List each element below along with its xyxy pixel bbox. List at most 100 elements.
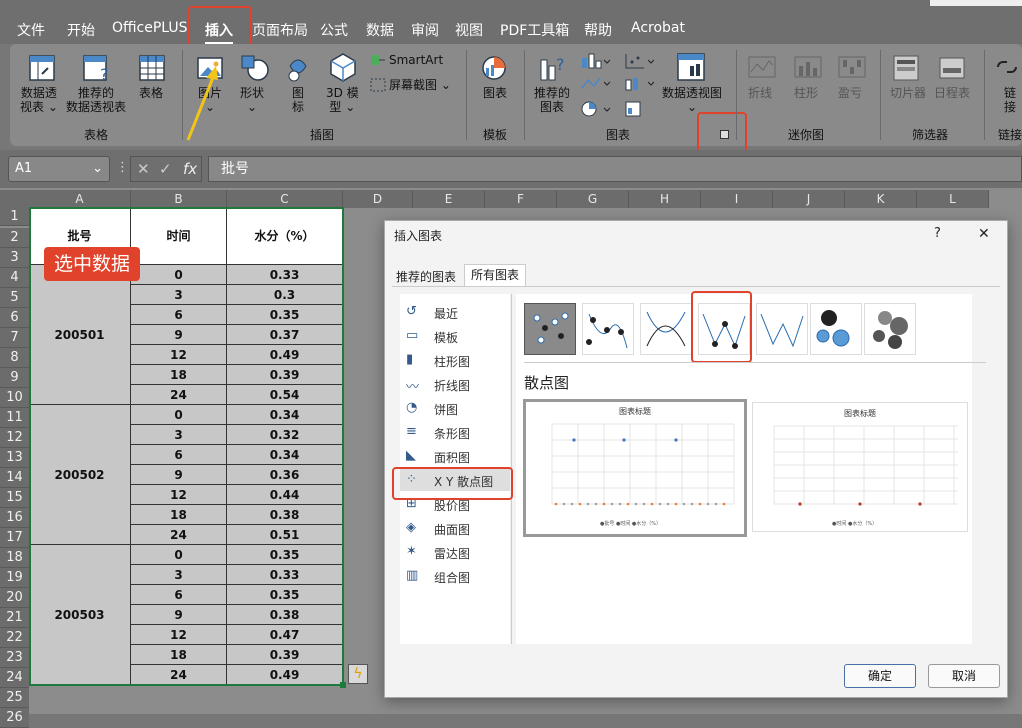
moisture-cell[interactable]: 0.39 — [227, 645, 343, 665]
time-cell[interactable]: 0 — [131, 265, 227, 285]
column-header-I[interactable]: I — [701, 190, 773, 208]
category-recent[interactable]: 最近 — [434, 305, 458, 322]
moisture-cell[interactable]: 0.35 — [227, 545, 343, 565]
tab-officeplus[interactable]: OfficePLUS — [112, 20, 188, 36]
moisture-cell[interactable]: 0.49 — [227, 345, 343, 365]
batch-id-cell[interactable]: 200502 — [29, 405, 131, 545]
scatter-smooth-option[interactable] — [640, 303, 692, 355]
moisture-cell[interactable]: 0.35 — [227, 305, 343, 325]
time-cell[interactable]: 24 — [131, 525, 227, 545]
link-button[interactable]: 链 接 — [1004, 86, 1016, 114]
row-header[interactable]: 2 — [0, 228, 29, 248]
row-header[interactable]: 4 — [0, 268, 29, 288]
column-header-E[interactable]: E — [413, 190, 485, 208]
row-header[interactable]: 11 — [0, 408, 29, 428]
column-header-F[interactable]: F — [485, 190, 557, 208]
3d-bubble-option[interactable] — [864, 303, 916, 355]
tab-view[interactable]: 视图 — [455, 20, 483, 40]
slicer-button[interactable]: 切片器 — [890, 86, 926, 100]
help-icon[interactable]: ? — [934, 226, 941, 241]
moisture-cell[interactable]: 0.36 — [227, 465, 343, 485]
moisture-cell[interactable]: 0.37 — [227, 325, 343, 345]
cancel-icon[interactable]: ✕ — [137, 157, 150, 181]
row-header[interactable]: 5 — [0, 288, 29, 308]
ok-button[interactable]: 确定 — [844, 664, 916, 688]
sparkline-winloss-button[interactable]: 盈亏 — [838, 86, 862, 100]
pivot-chart-button[interactable]: 数据透视图 ⌄ — [662, 86, 722, 114]
category-area[interactable]: 面积图 — [434, 449, 470, 466]
moisture-cell[interactable]: 0.3 — [227, 285, 343, 305]
time-cell[interactable]: 6 — [131, 585, 227, 605]
row-header[interactable]: 16 — [0, 508, 29, 528]
time-cell[interactable]: 3 — [131, 425, 227, 445]
row-header[interactable]: 23 — [0, 648, 29, 668]
time-cell[interactable]: 0 — [131, 405, 227, 425]
row-header[interactable]: 9 — [0, 368, 29, 388]
time-cell[interactable]: 6 — [131, 445, 227, 465]
column-header-C[interactable]: C — [227, 190, 343, 208]
row-header[interactable]: 6 — [0, 308, 29, 328]
row-header[interactable]: 8 — [0, 348, 29, 368]
tab-data[interactable]: 数据 — [366, 20, 394, 40]
moisture-cell[interactable]: 0.33 — [227, 265, 343, 285]
time-cell[interactable]: 0 — [131, 545, 227, 565]
category-bar[interactable]: 条形图 — [434, 425, 470, 442]
moisture-cell[interactable]: 0.44 — [227, 485, 343, 505]
time-cell[interactable]: 18 — [131, 505, 227, 525]
tab-home[interactable]: 开始 — [67, 20, 95, 40]
time-cell[interactable]: 9 — [131, 465, 227, 485]
column-header-A[interactable]: A — [29, 190, 131, 208]
function-icon[interactable]: fx — [183, 157, 197, 181]
row-header[interactable]: 13 — [0, 448, 29, 468]
moisture-cell[interactable]: 0.33 — [227, 565, 343, 585]
name-box[interactable]: A1 ⌄ — [8, 156, 110, 182]
batch-id-cell[interactable]: 200501 — [29, 265, 131, 405]
tab-pdf-tools[interactable]: PDF工具箱 — [500, 20, 569, 40]
time-cell[interactable]: 18 — [131, 645, 227, 665]
time-cell[interactable]: 12 — [131, 485, 227, 505]
category-radar[interactable]: 雷达图 — [434, 545, 470, 562]
category-line[interactable]: 折线图 — [434, 377, 470, 394]
moisture-cell[interactable]: 0.35 — [227, 585, 343, 605]
column-header-J[interactable]: J — [773, 190, 845, 208]
time-cell[interactable]: 3 — [131, 285, 227, 305]
moisture-cell[interactable]: 0.51 — [227, 525, 343, 545]
scatter-markers-option[interactable] — [524, 303, 576, 355]
table-button[interactable]: 表格 — [139, 86, 163, 100]
scatter-smooth-markers-option[interactable] — [582, 303, 634, 355]
tab-review[interactable]: 审阅 — [411, 20, 439, 40]
header-cell[interactable]: 时间 — [131, 208, 227, 265]
smartart-button[interactable]: SmartArt — [389, 53, 443, 67]
tab-all-charts[interactable]: 所有图表 — [464, 264, 526, 286]
time-cell[interactable]: 3 — [131, 565, 227, 585]
tab-formulas[interactable]: 公式 — [320, 20, 348, 40]
row-header[interactable]: 3 — [0, 248, 29, 268]
category-template[interactable]: 模板 — [434, 329, 458, 346]
enter-icon[interactable]: ✓ — [159, 157, 172, 181]
row-header[interactable]: 14 — [0, 468, 29, 488]
header-cell[interactable]: 水分（%） — [227, 208, 343, 265]
row-header[interactable]: 1 — [0, 208, 29, 226]
category-combo[interactable]: 组合图 — [434, 569, 470, 586]
column-header-D[interactable]: D — [343, 190, 413, 208]
sparkline-line-button[interactable]: 折线 — [748, 86, 772, 100]
formula-input[interactable]: 批号 — [208, 156, 1022, 182]
timeline-button[interactable]: 日程表 — [934, 86, 970, 100]
screenshot-button[interactable]: 屏幕截图 ⌄ — [389, 78, 451, 92]
row-header[interactable]: 21 — [0, 608, 29, 628]
row-header[interactable]: 15 — [0, 488, 29, 508]
column-header-B[interactable]: B — [131, 190, 227, 208]
time-cell[interactable]: 6 — [131, 305, 227, 325]
time-cell[interactable]: 24 — [131, 385, 227, 405]
row-header[interactable]: 20 — [0, 588, 29, 608]
row-header[interactable]: 18 — [0, 548, 29, 568]
fill-handle[interactable] — [340, 682, 346, 688]
time-cell[interactable]: 9 — [131, 605, 227, 625]
tab-help[interactable]: 帮助 — [584, 20, 612, 40]
time-cell[interactable]: 18 — [131, 365, 227, 385]
row-header[interactable]: 25 — [0, 688, 29, 708]
moisture-cell[interactable]: 0.38 — [227, 605, 343, 625]
close-icon[interactable]: ✕ — [978, 226, 990, 242]
row-header[interactable]: 24 — [0, 668, 29, 688]
moisture-cell[interactable]: 0.39 — [227, 365, 343, 385]
